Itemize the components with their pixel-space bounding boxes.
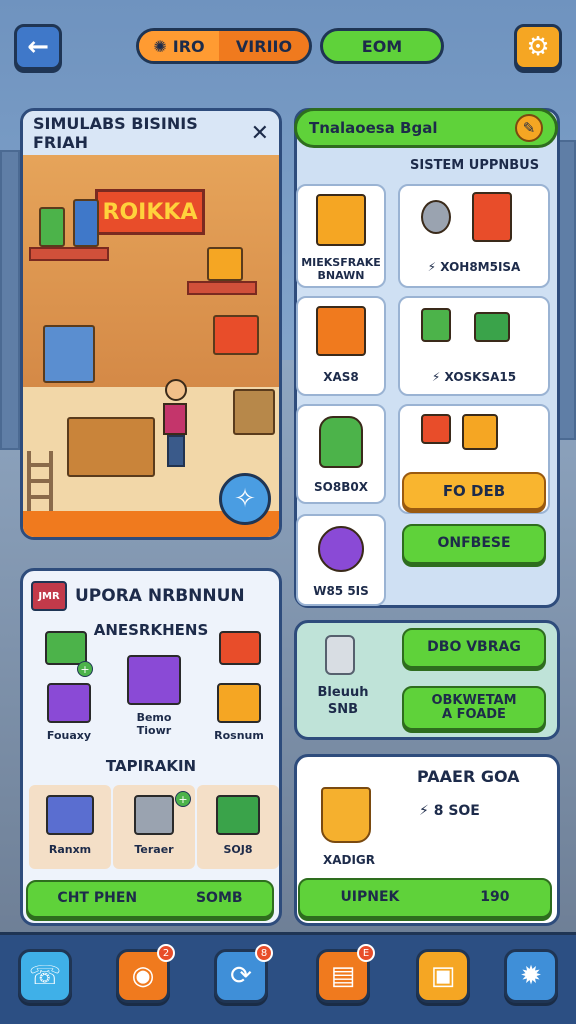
inventory-action-left: CHT PHEN: [57, 890, 138, 907]
upgrade-card[interactable]: XAS8: [296, 296, 386, 396]
inventory-action-right: SOMB: [195, 890, 243, 907]
resource-label: IRO: [172, 36, 205, 56]
rotate-icon[interactable]: ✧: [219, 473, 271, 525]
inventory-item-label: Fouaxy: [46, 729, 92, 742]
shelf: [187, 281, 257, 295]
robot-icon: [421, 200, 451, 234]
upgrade-card-label: XAS8: [323, 370, 359, 384]
shop-sign: ROIKKA: [95, 189, 205, 235]
gear-icon[interactable]: ⚙: [514, 24, 562, 70]
notification-badge: 2: [157, 944, 175, 962]
backpack-icon: [319, 416, 363, 468]
notification-badge: E: [357, 944, 375, 962]
shop-scene: ROIKKA ✧: [23, 155, 279, 537]
package-icon: [462, 414, 498, 450]
product-box: [207, 247, 243, 281]
counter: [67, 417, 155, 477]
top-bar: ← ✺ IRO VIRIIO EOM ⚙: [14, 22, 562, 70]
paper-buy-label: UIPNEK: [340, 889, 400, 906]
jar-icon: [325, 635, 355, 675]
search-text: Tnalaoesa Bgal: [309, 119, 438, 137]
shop-panel: SIMULABS BISINIS FRIAH ✕ ROIKKA ✧: [20, 108, 282, 540]
upgrade-card-label: MIEKSFRAKE BNAWN: [301, 256, 381, 282]
upgrade-card[interactable]: SO8B0X: [296, 404, 386, 504]
paper-title: PAAER GOA: [417, 767, 520, 786]
inventory-item-label: Bemo Tiowr: [136, 711, 172, 737]
product-box: [39, 207, 65, 247]
crate-icon: [474, 312, 510, 342]
bank-secondary-button[interactable]: OBKWETAM A FOADE: [402, 686, 546, 730]
bottom-nav: ☏ ◉ 2 ⟳ 8 ▤ E ▣ ✹: [0, 932, 576, 1024]
add-icon[interactable]: +: [77, 661, 93, 677]
sun-icon: ✺: [153, 36, 167, 56]
product-box: [213, 315, 259, 355]
shop-title: SIMULABS BISINIS FRIAH: [33, 114, 198, 152]
phone-icon[interactable]: ☏: [18, 949, 72, 1003]
upgrades-section-label: SISTEM UPPNBUS: [410, 158, 540, 173]
inventory-item-label: Teraer: [134, 843, 174, 856]
upgrade-card[interactable]: ⚡ XOSKSA15: [398, 296, 550, 396]
inventory-item[interactable]: Ranxm: [29, 785, 111, 869]
inventory-item[interactable]: [215, 631, 265, 671]
search-bar[interactable]: Tnalaoesa Bgal ✎: [294, 108, 558, 148]
currency-pill[interactable]: EOM: [320, 28, 444, 64]
upgrade-card[interactable]: ⚡ XOH8M5ISA: [398, 184, 550, 288]
sun-settings-icon[interactable]: ✹: [504, 949, 558, 1003]
inventory-item[interactable]: Fouaxy: [39, 683, 99, 742]
market-stall-icon: [472, 192, 512, 242]
upgrade-card-label: W85 5IS: [313, 584, 369, 598]
product-box: [73, 199, 99, 247]
shelf: [29, 247, 109, 261]
open-box-icon: [316, 306, 366, 356]
target-icon[interactable]: ◉ 2: [116, 944, 175, 1003]
inventory-panel: JMR UPORA NRBNNUN ANESRKHENS Bemo Tiowr …: [20, 568, 282, 926]
cardboard-box: [233, 389, 275, 435]
upgrade-card-label: SO8B0X: [314, 480, 368, 494]
resource-value: VIRIIO: [235, 36, 293, 56]
inventory-item[interactable]: Rosnum: [209, 683, 269, 742]
card-icon[interactable]: ▤ E: [316, 944, 375, 1003]
paper-caption: XADIGR: [322, 853, 376, 867]
close-icon[interactable]: ✕: [251, 121, 269, 146]
inventory-item-label: Rosnum: [214, 729, 264, 742]
bank-action-button[interactable]: DBO VBRAG: [402, 628, 546, 668]
inventory-item-label: Ranxm: [48, 843, 92, 856]
inventory-action-button[interactable]: CHT PHEN SOMB: [26, 880, 274, 918]
building-left: [0, 150, 20, 450]
shopkeeper: [163, 379, 189, 469]
inventory-section-2: TAPIRAKIN: [105, 757, 197, 775]
paper-buy-value: 190: [480, 889, 510, 906]
paper-price: ⚡ 8 SOE: [419, 803, 480, 819]
upgrade-card[interactable]: MIEKSFRAKE BNAWN: [296, 184, 386, 288]
currency-label: EOM: [361, 36, 403, 56]
paper-buy-button[interactable]: UIPNEK 190: [298, 878, 552, 918]
inventory-badge: JMR: [31, 581, 67, 611]
add-icon[interactable]: +: [175, 791, 191, 807]
bucket-icon: [321, 787, 371, 843]
sync-icon[interactable]: ⟳ 8: [214, 944, 273, 1003]
upgrade-card-label: ⚡ XOSKSA15: [431, 370, 517, 384]
card-icon: [421, 414, 451, 444]
shop-title-bar: SIMULABS BISINIS FRIAH ✕: [23, 111, 279, 155]
back-arrow-icon[interactable]: ←: [14, 24, 62, 70]
resource-pill[interactable]: ✺ IRO VIRIIO: [136, 28, 312, 64]
inventory-item[interactable]: SOJ8: [197, 785, 279, 869]
crate-icon[interactable]: ▣: [416, 949, 470, 1003]
vending-machine: [43, 325, 95, 383]
upgrade-card[interactable]: W85 5IS: [296, 514, 386, 606]
inventory-header: JMR UPORA NRBNNUN: [31, 579, 245, 613]
storage-icon: [316, 194, 366, 246]
pencil-icon[interactable]: ✎: [515, 114, 543, 142]
inventory-item-label: SOJ8: [223, 843, 253, 856]
upgrade-buy-button[interactable]: FO DEB: [402, 472, 546, 510]
inventory-title: UPORA NRBNNUN: [75, 586, 245, 606]
upgrade-confirm-button[interactable]: ONFBESE: [402, 524, 546, 564]
notification-badge: 8: [255, 944, 273, 962]
inventory-item[interactable]: Bemo Tiowr: [119, 655, 189, 737]
bank-label: Bleuuh SNB: [317, 685, 369, 717]
gem-icon: [318, 526, 364, 572]
upgrade-card-label: ⚡ XOH8M5ISA: [427, 260, 521, 274]
plant-box-icon: [421, 308, 451, 342]
